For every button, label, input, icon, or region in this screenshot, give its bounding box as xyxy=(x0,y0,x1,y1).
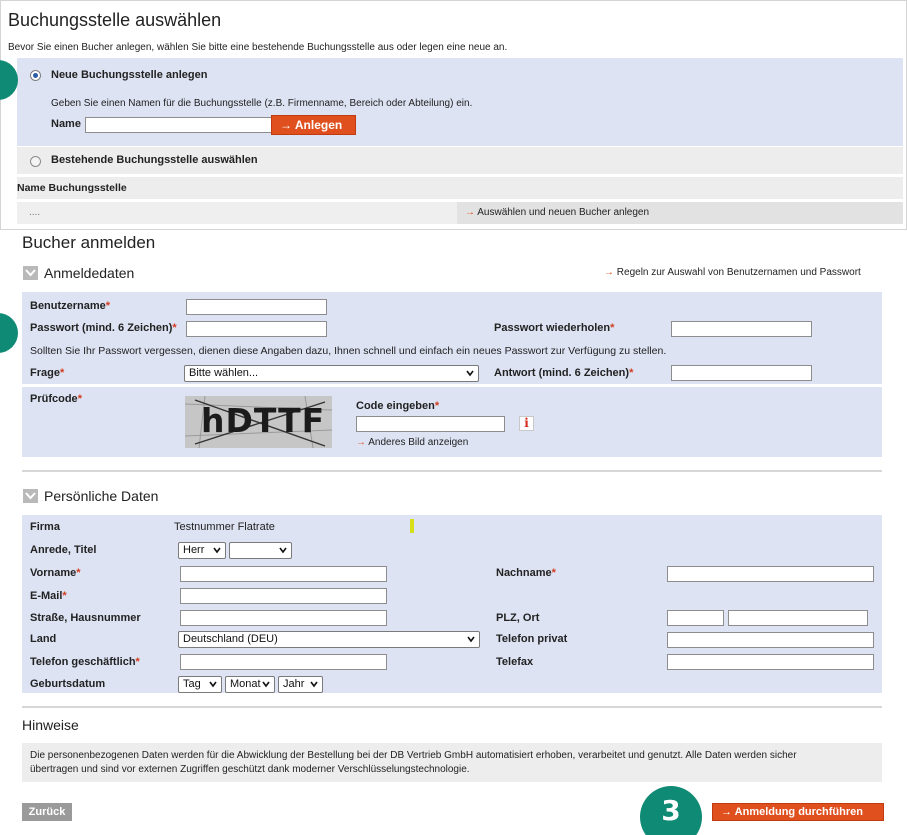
personal-section-title: Persönliche Daten xyxy=(44,488,159,504)
tel-geschaeft-label: Telefon geschäftlich* xyxy=(30,656,140,668)
email-input[interactable] xyxy=(180,588,387,604)
ort-input[interactable] xyxy=(728,610,868,626)
booking-office-panel: Buchungsstelle auswählen Bevor Sie einen… xyxy=(0,0,907,230)
land-select[interactable]: Deutschland (DEU) xyxy=(178,631,480,648)
option-existing-label: Bestehende Buchungsstelle auswählen xyxy=(51,154,258,166)
back-button[interactable]: Zurück xyxy=(22,803,72,821)
captcha-input[interactable] xyxy=(356,416,505,432)
chevron-down-icon xyxy=(209,681,217,688)
answer-label: Antwort (mind. 6 Zeichen)* xyxy=(494,367,634,379)
table-header: Name Buchungsstelle xyxy=(17,177,903,199)
highlight-marker xyxy=(410,519,414,533)
arrow-right-icon: → xyxy=(604,267,614,278)
username-label: Benutzername* xyxy=(30,300,111,312)
land-label: Land xyxy=(30,633,57,645)
password-repeat-input[interactable] xyxy=(671,321,812,337)
create-button[interactable]: → Anlegen xyxy=(271,115,356,135)
vorname-input[interactable] xyxy=(180,566,387,582)
plz-label: PLZ, Ort xyxy=(496,612,540,624)
answer-input[interactable] xyxy=(671,365,812,381)
strasse-label: Straße, Hausnummer xyxy=(30,612,141,624)
option-new-label: Neue Buchungsstelle anlegen xyxy=(51,69,208,81)
existing-office-row: Bestehende Buchungsstelle auswählen xyxy=(17,147,903,174)
tel-geschaeft-input[interactable] xyxy=(180,654,387,670)
captcha-text: hDTTF xyxy=(201,401,326,440)
info-icon[interactable]: i xyxy=(519,416,534,431)
captcha-form: Prüfcode* hDTTF Code eingeben* i → Ander… xyxy=(22,387,882,457)
captcha-label: Prüfcode* xyxy=(30,393,82,405)
chevron-down-icon xyxy=(279,547,287,554)
recovery-hint: Sollten Sie Ihr Passwort vergessen, dien… xyxy=(30,345,667,357)
divider xyxy=(22,706,882,708)
step-badge-3: 3 xyxy=(640,786,702,835)
select-and-create-link[interactable]: → Auswählen und neuen Bucher anlegen xyxy=(465,207,649,218)
hinweise-text: Die personenbezogenen Daten werden für d… xyxy=(30,749,880,777)
chevron-down-icon xyxy=(466,370,474,377)
titel-select[interactable] xyxy=(229,542,292,559)
other-image-link[interactable]: → Anderes Bild anzeigen xyxy=(356,437,468,448)
nachname-input[interactable] xyxy=(667,566,874,582)
column-header: Name Buchungsstelle xyxy=(17,182,127,194)
login-form: Benutzername* Passwort (mind. 6 Zeichen)… xyxy=(22,292,882,384)
chevron-down-icon xyxy=(310,681,318,688)
login-section-title: Anmeldedaten xyxy=(44,265,135,281)
password-label: Passwort (mind. 6 Zeichen)* xyxy=(30,322,177,334)
password-input[interactable] xyxy=(186,321,327,337)
tel-privat-label: Telefon privat xyxy=(496,633,568,645)
chevron-down-icon[interactable] xyxy=(23,266,38,280)
personal-form: Firma Testnummer Flatrate Anrede, Titel … xyxy=(22,515,882,693)
password-repeat-label: Passwort wiederholen* xyxy=(494,322,615,334)
telefax-label: Telefax xyxy=(496,656,534,668)
hinweise-box: Die personenbezogenen Daten werden für d… xyxy=(22,743,882,782)
name-label: Name xyxy=(51,118,81,130)
arrow-right-icon: → xyxy=(465,207,475,218)
firma-label: Firma xyxy=(30,521,60,533)
day-select[interactable]: Tag xyxy=(178,676,222,693)
row-placeholder: .... xyxy=(29,207,41,218)
page-title: Buchungsstelle auswählen xyxy=(8,10,222,30)
captcha-image: hDTTF xyxy=(185,396,332,448)
registration-title: Bucher anmelden xyxy=(22,233,156,252)
anrede-select[interactable]: Herr xyxy=(178,542,226,559)
strasse-input[interactable] xyxy=(180,610,387,626)
hinweise-line-1: Die personenbezogenen Daten werden für d… xyxy=(30,750,797,761)
hinweise-title: Hinweise xyxy=(22,717,79,733)
new-office-box: Neue Buchungsstelle anlegen Geben Sie ei… xyxy=(17,58,903,146)
question-select[interactable]: Bitte wählen... xyxy=(184,365,479,382)
new-hint-text: Geben Sie einen Namen für die Buchungsst… xyxy=(51,98,473,109)
nachname-label: Nachname* xyxy=(496,567,556,579)
tel-privat-input[interactable] xyxy=(667,632,874,648)
divider xyxy=(22,470,882,472)
step-badge-2 xyxy=(0,313,18,353)
email-label: E-Mail* xyxy=(30,590,67,602)
chevron-down-icon xyxy=(467,636,475,643)
submit-button[interactable]: → Anmeldung durchführen xyxy=(712,803,884,821)
radio-new-office[interactable] xyxy=(30,70,41,81)
arrow-right-icon: → xyxy=(721,806,732,818)
chevron-down-icon xyxy=(213,547,221,554)
arrow-right-icon: → xyxy=(280,118,292,132)
intro-text: Bevor Sie einen Bucher anlegen, wählen S… xyxy=(8,42,508,53)
office-name-input[interactable] xyxy=(85,117,273,133)
firma-value: Testnummer Flatrate xyxy=(174,521,275,533)
table-row: .... → Auswählen und neuen Bucher anlege… xyxy=(17,202,903,224)
radio-existing-office[interactable] xyxy=(30,156,41,167)
plz-input[interactable] xyxy=(667,610,724,626)
vorname-label: Vorname* xyxy=(30,567,81,579)
question-label: Frage* xyxy=(30,367,65,379)
username-input[interactable] xyxy=(186,299,327,315)
year-select[interactable]: Jahr xyxy=(278,676,323,693)
arrow-right-icon: → xyxy=(356,437,366,448)
chevron-down-icon[interactable] xyxy=(23,489,38,503)
chevron-down-icon xyxy=(262,681,270,688)
month-select[interactable]: Monat xyxy=(225,676,275,693)
code-label: Code eingeben* xyxy=(356,400,440,412)
hinweise-line-2: übertragen und sind vor externen Zugriff… xyxy=(30,764,470,775)
rules-link[interactable]: → Regeln zur Auswahl von Benutzernamen u… xyxy=(604,267,861,278)
geburtsdatum-label: Geburtsdatum xyxy=(30,678,106,690)
anrede-label: Anrede, Titel xyxy=(30,544,97,556)
telefax-input[interactable] xyxy=(667,654,874,670)
